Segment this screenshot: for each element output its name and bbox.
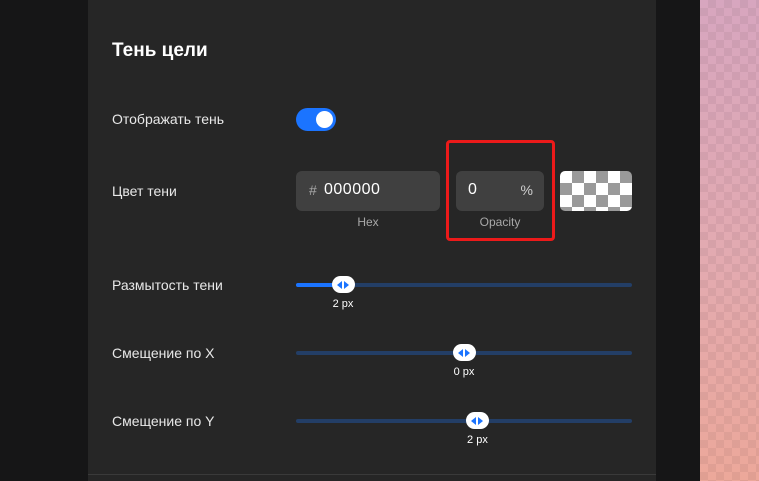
blur-slider[interactable]: 2 px [296,275,632,310]
slider-thumb[interactable] [331,276,355,293]
hex-caption: Hex [357,215,379,229]
offset-x-slider[interactable]: 0 px [296,343,632,378]
slider-thumb[interactable] [452,344,476,361]
left-background [0,0,88,481]
opacity-highlight-box [446,140,555,241]
hex-color-input[interactable]: # 000000 [296,171,440,211]
hash-icon: # [309,182,317,198]
offset-y-label: Смещение по Y [112,413,215,429]
arrow-left-icon [458,348,463,357]
shadow-settings-panel: Тень цели Отображать тень Цвет тени # 00… [88,0,656,481]
show-shadow-label: Отображать тень [112,111,225,127]
section-title: Тень цели [112,40,208,61]
slider-track [296,419,632,423]
blur-value: 2 px [332,298,354,310]
offset-x-label: Смещение по X [112,345,215,361]
panel-divider [88,474,656,475]
arrow-left-icon [337,280,343,289]
arrow-right-icon [344,280,350,289]
blur-label: Размытость тени [112,277,223,293]
gap-background [656,0,700,481]
offset-x-value: 0 px [453,366,475,378]
hex-value: 000000 [324,181,381,198]
slider-thumb[interactable] [465,412,489,429]
shadow-color-label: Цвет тени [112,183,177,199]
toggle-knob [316,111,333,128]
offset-y-slider[interactable]: 2 px [296,411,632,446]
color-preview-swatch[interactable] [560,171,632,211]
arrow-left-icon [471,416,477,425]
canvas-preview [700,0,759,481]
offset-y-value: 2 px [467,434,488,446]
arrow-right-icon [465,348,470,357]
arrow-right-icon [478,416,484,425]
show-shadow-toggle[interactable] [296,108,336,131]
